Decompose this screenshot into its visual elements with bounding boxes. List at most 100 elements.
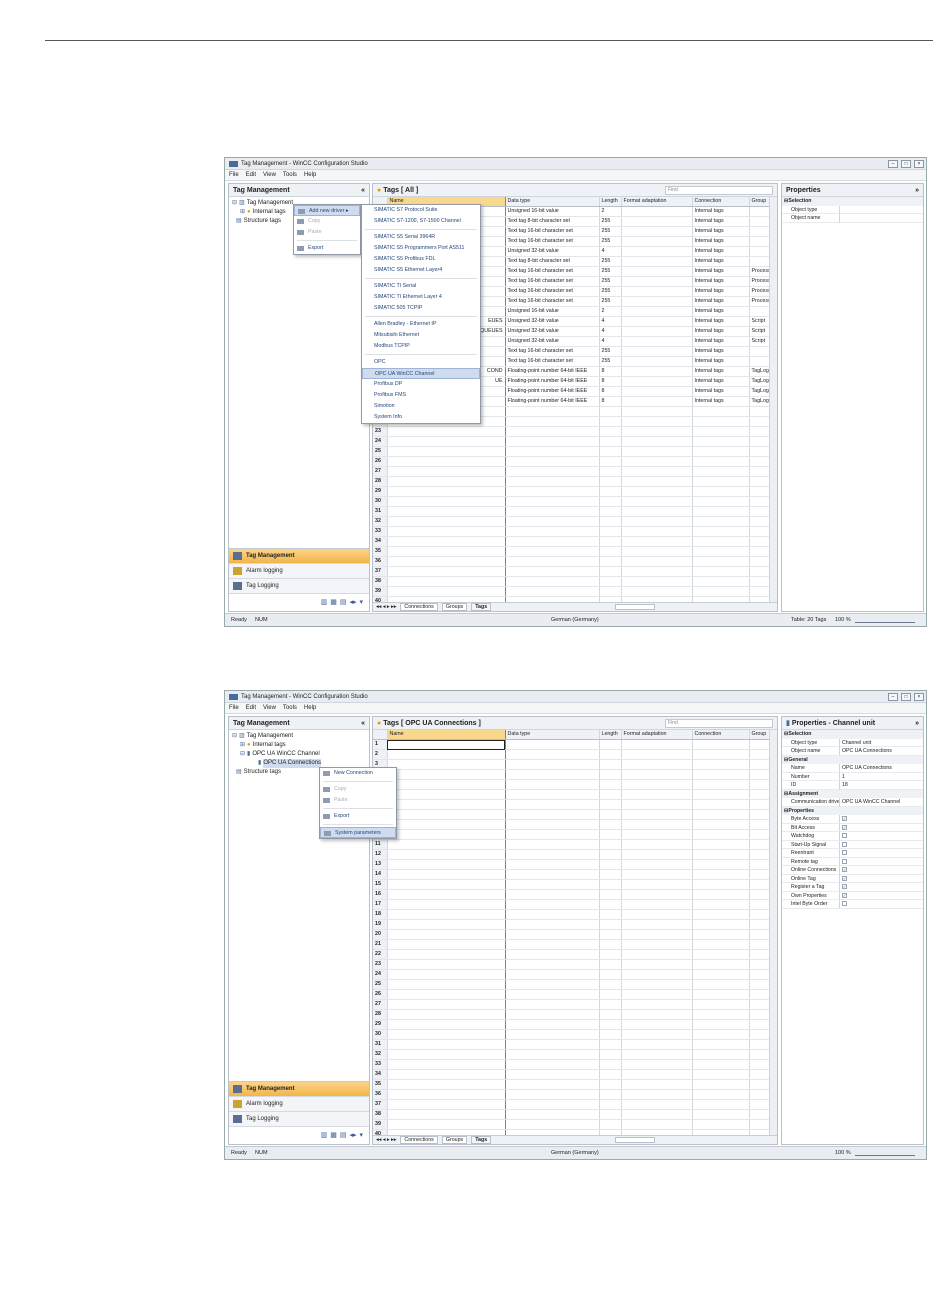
nav-tag-logging[interactable]: Tag Logging [229,579,369,594]
editor-shortcut-icon[interactable]: ▥ [321,1131,328,1139]
checked-checkbox[interactable]: ✓ [842,875,847,881]
tab-tags[interactable]: Tags [471,603,492,611]
cell-connection[interactable]: Internal tags [692,256,750,267]
menu-file[interactable]: File [229,172,239,178]
row-number[interactable]: 32 [373,516,388,527]
table-row[interactable]: 1 [373,739,769,750]
table-row[interactable]: 27 [373,466,769,477]
table-row[interactable]: 38 [373,576,769,587]
column-header-name[interactable]: Name [387,730,506,740]
row-number[interactable]: 27 [373,466,388,477]
cell-name[interactable] [387,859,506,870]
column-header-group[interactable]: Group [749,730,769,740]
tab-groups[interactable]: Groups [441,1136,468,1144]
cell-name[interactable] [387,1079,506,1090]
table-row[interactable]: 21 [373,939,769,950]
cell-group[interactable]: Process [749,296,769,307]
cell-name[interactable] [387,799,506,810]
checked-checkbox[interactable]: ✓ [842,816,847,821]
cell-format[interactable] [621,386,693,397]
menu-item-new-connection[interactable]: New Connection [320,768,396,779]
table-row[interactable]: 15 [373,879,769,890]
menu-tools[interactable]: Tools [283,172,297,178]
property-row[interactable]: Start-Up Signal [782,840,923,849]
cell-name[interactable] [387,1019,506,1030]
menu-item-copy[interactable]: Copy [294,216,360,227]
row-number[interactable]: 24 [373,969,388,980]
cell-connection[interactable]: Internal tags [692,276,750,287]
tab-nav-arrows[interactable]: ◂◂ ◂ ▸ ▸▸ [376,1137,396,1143]
row-number[interactable]: 30 [373,496,388,507]
driver-menu-item[interactable]: OPC UA WinCC Channel [362,368,480,379]
driver-menu-item[interactable]: SIMATIC S7 Protocol Suite [362,205,480,216]
column-header-connection[interactable]: Connection [692,197,750,207]
table-row[interactable]: 16 [373,889,769,900]
row-number[interactable]: 21 [373,939,388,950]
property-row[interactable]: Watchdog [782,832,923,841]
cell-group[interactable] [749,246,769,257]
horizontal-scrollbar[interactable] [615,1137,656,1143]
nav-tag-management[interactable]: Tag Management [229,549,369,564]
menu-item-export[interactable]: Export [320,811,396,822]
zoom-slider[interactable] [855,1150,915,1156]
menu-tools[interactable]: Tools [283,705,297,711]
property-category[interactable]: ⊟ General [782,755,923,764]
driver-menu-item[interactable]: SIMATIC S5 Profibus FDL [362,254,480,265]
cell-group[interactable]: Process [749,286,769,297]
cell-format[interactable] [621,306,693,317]
table-row[interactable]: 4 [373,769,769,780]
property-row[interactable]: Online Connections ✓ [782,866,923,875]
table-row[interactable]: 29 [373,1019,769,1030]
property-category[interactable]: ⊟ Selection [782,197,923,206]
table-row[interactable]: 23 [373,426,769,437]
corner-cell[interactable] [373,730,388,740]
cell-length[interactable]: 255 [599,276,622,287]
more-icon[interactable]: ▾ [359,1131,363,1139]
row-number[interactable]: 20 [373,929,388,940]
driver-menu-item[interactable]: Simotion [362,401,480,412]
property-row[interactable]: Byte Access ✓ [782,815,923,824]
row-number[interactable]: 34 [373,1069,388,1080]
cell-group[interactable]: Process [749,276,769,287]
cell-connection[interactable]: Internal tags [692,206,750,217]
collapse-icon[interactable]: « [361,187,365,194]
cell-data-type[interactable]: Unsigned 32-bit value [505,326,600,337]
column-header-length[interactable]: Length [599,730,622,740]
cell-format[interactable] [621,366,693,377]
property-row[interactable]: Reentrant [782,849,923,858]
cell-connection[interactable]: Internal tags [692,296,750,307]
collapse-icon[interactable]: « [361,720,365,727]
table-row[interactable]: 9 [373,819,769,830]
checked-checkbox[interactable]: ✓ [842,884,847,889]
cell-group[interactable]: TagLogg [749,376,769,387]
cell-name[interactable] [387,1039,506,1050]
table-row[interactable]: 2 [373,749,769,760]
row-number[interactable]: 28 [373,476,388,487]
cell-format[interactable] [621,296,693,307]
cell-data-type[interactable]: Unsigned 32-bit value [505,336,600,347]
cell-length[interactable]: 255 [599,346,622,357]
cell-name[interactable] [387,959,506,970]
menu-view[interactable]: View [263,172,276,178]
cell-group[interactable]: TagLogg [749,366,769,377]
row-number[interactable]: 11 [373,839,388,850]
cell-group[interactable] [749,346,769,357]
vertical-scrollbar[interactable] [769,197,777,602]
cell-group[interactable] [749,226,769,237]
property-row[interactable]: Online Tag ✓ [782,874,923,883]
cell-length[interactable]: 8 [599,396,622,407]
cell-connection[interactable]: Internal tags [692,236,750,247]
column-header-connection[interactable]: Connection [692,730,750,740]
table-row[interactable]: 35 [373,546,769,557]
find-input[interactable]: Find [665,719,773,728]
row-number[interactable]: 29 [373,1019,388,1030]
cell-format[interactable] [621,216,693,227]
cell-connection[interactable]: Internal tags [692,396,750,407]
maximize-button[interactable]: □ [901,160,911,168]
cell-length[interactable]: 255 [599,216,622,227]
row-number[interactable]: 30 [373,1029,388,1040]
cell-data-type[interactable]: Unsigned 32-bit value [505,246,600,257]
cell-length[interactable]: 2 [599,306,622,317]
unchecked-checkbox[interactable] [842,833,847,838]
cell-format[interactable] [621,266,693,277]
